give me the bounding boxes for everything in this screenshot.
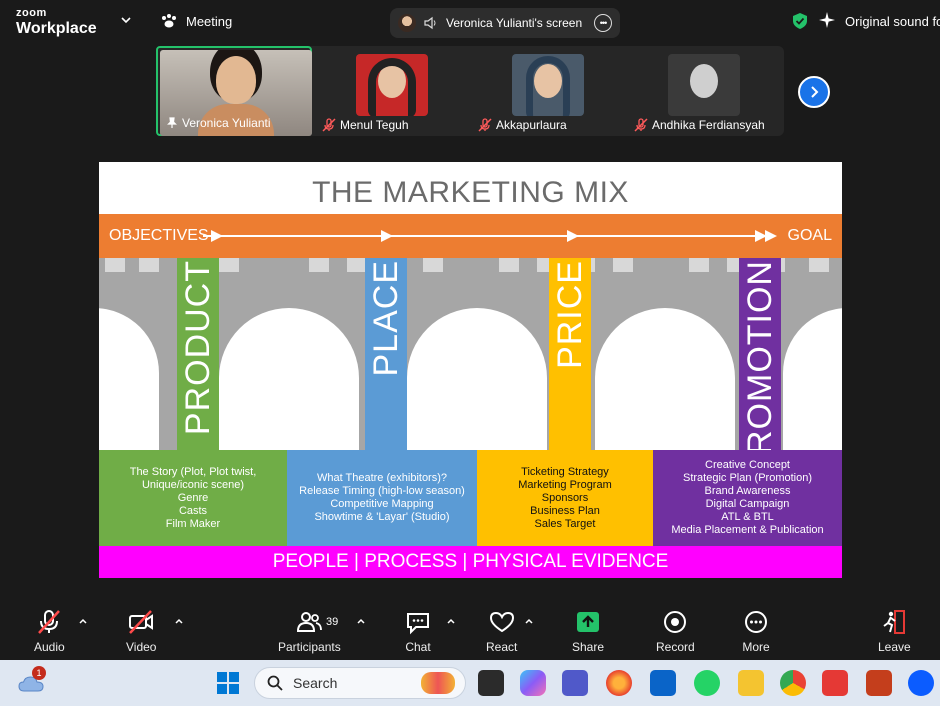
gallery-next-button[interactable] bbox=[798, 76, 830, 108]
chat-button[interactable]: Chat bbox=[404, 608, 432, 654]
pdf-reader-icon[interactable] bbox=[822, 670, 848, 696]
copilot-icon[interactable] bbox=[520, 670, 546, 696]
record-icon bbox=[664, 611, 687, 633]
react-button[interactable]: React bbox=[486, 608, 517, 654]
chrome-icon[interactable] bbox=[780, 670, 806, 696]
original-sound-toggle[interactable]: Original sound for bbox=[845, 14, 940, 29]
pillar-price: PRICE bbox=[549, 258, 591, 450]
product-details: The Story (Plot, Plot twist, Unique/iconi… bbox=[99, 450, 287, 546]
teams-icon[interactable] bbox=[562, 670, 588, 696]
participant-tile[interactable]: Akkapurlaura bbox=[470, 46, 626, 136]
mic-muted-icon bbox=[38, 610, 61, 634]
ai-sparkle-icon[interactable] bbox=[818, 11, 836, 29]
leave-icon bbox=[883, 610, 906, 634]
zoom-window: zoom Workplace Meeting Veronica Yulianti… bbox=[0, 0, 940, 706]
objectives-label: OBJECTIVES bbox=[109, 227, 209, 244]
video-off-icon bbox=[129, 610, 154, 634]
goal-label: GOAL bbox=[787, 227, 832, 244]
video-button[interactable]: Video bbox=[126, 608, 156, 654]
more-icon bbox=[745, 611, 767, 633]
chevron-up-icon[interactable] bbox=[524, 616, 534, 626]
participant-name: Akkapurlaura bbox=[478, 118, 567, 132]
chevron-up-icon[interactable] bbox=[174, 616, 184, 626]
whatsapp-icon[interactable] bbox=[694, 670, 720, 696]
meeting-toolbar: Audio Video Participants 39 Chat React S… bbox=[0, 602, 940, 660]
search-icon bbox=[267, 675, 283, 691]
record-button[interactable]: Record bbox=[656, 608, 695, 654]
participant-name: Veronica Yulianti bbox=[166, 116, 271, 130]
more-options-icon[interactable]: ••• bbox=[594, 14, 612, 32]
screen-share-indicator[interactable]: Veronica Yulianti's screen ••• bbox=[390, 8, 620, 38]
participant-name: Andhika Ferdiansyah bbox=[634, 118, 765, 132]
participant-gallery: Veronica Yulianti Menul Teguh Akkapurlau… bbox=[156, 46, 784, 136]
chevron-down-icon[interactable] bbox=[120, 14, 132, 26]
participant-photo bbox=[668, 54, 740, 116]
participant-tile[interactable]: Andhika Ferdiansyah bbox=[626, 46, 782, 136]
chat-icon bbox=[407, 613, 429, 635]
pillar-promotion: PROMOTION bbox=[739, 258, 781, 479]
chevron-up-icon[interactable] bbox=[78, 616, 88, 626]
brand-bottom: Workplace bbox=[16, 20, 97, 37]
participant-photo bbox=[512, 54, 584, 116]
pillar-product: PRODUCT bbox=[177, 258, 219, 450]
pin-icon bbox=[167, 117, 177, 128]
paw-icon bbox=[162, 14, 176, 28]
price-details: Ticketing Strategy Marketing Program Spons… bbox=[477, 450, 653, 546]
heart-icon bbox=[489, 611, 514, 633]
audio-button[interactable]: Audio bbox=[34, 608, 65, 654]
search-highlight-image bbox=[421, 672, 455, 694]
participants-button[interactable]: Participants bbox=[278, 608, 341, 654]
share-screen-icon bbox=[577, 612, 600, 632]
search-placeholder: Search bbox=[293, 675, 338, 691]
participant-tile[interactable]: Menul Teguh bbox=[314, 46, 470, 136]
arrow-line-icon bbox=[203, 230, 777, 242]
outlook-icon[interactable] bbox=[650, 670, 676, 696]
windows-taskbar: 1 Search bbox=[0, 660, 940, 706]
file-explorer-icon[interactable] bbox=[738, 670, 764, 696]
participant-tile[interactable]: Veronica Yulianti bbox=[156, 46, 312, 136]
share-button[interactable]: Share bbox=[572, 608, 604, 654]
windows-start-icon[interactable] bbox=[216, 671, 240, 695]
powerpoint-icon[interactable] bbox=[866, 670, 892, 696]
weather-badge: 1 bbox=[32, 666, 46, 680]
screen-share-label: Veronica Yulianti's screen bbox=[446, 16, 583, 30]
chevron-up-icon[interactable] bbox=[446, 616, 456, 626]
meeting-menu[interactable]: Meeting bbox=[160, 13, 232, 29]
presenter-avatar bbox=[398, 14, 416, 32]
brand-top: zoom bbox=[16, 7, 47, 19]
speaker-icon bbox=[424, 16, 436, 30]
chevron-up-icon[interactable] bbox=[356, 616, 366, 626]
mix-detail-boxes: The Story (Plot, Plot twist, Unique/iconi… bbox=[99, 450, 842, 546]
shared-slide: THE MARKETING MIX OBJECTIVES GOAL PRODUC… bbox=[99, 162, 842, 578]
mic-muted-icon bbox=[634, 118, 648, 132]
participants-icon bbox=[297, 612, 323, 632]
mic-muted-icon bbox=[322, 118, 336, 132]
zoom-logo: zoom Workplace bbox=[16, 8, 97, 37]
firefox-icon[interactable] bbox=[606, 670, 632, 696]
more-button[interactable]: More bbox=[742, 608, 770, 654]
leave-button[interactable]: Leave bbox=[878, 608, 911, 654]
objectives-band: OBJECTIVES GOAL bbox=[99, 214, 842, 258]
zoom-taskbar-icon[interactable] bbox=[908, 670, 934, 696]
mic-muted-icon bbox=[478, 118, 492, 132]
people-process-evidence-band: PEOPLE | PROCESS | PHYSICAL EVIDENCE bbox=[99, 546, 842, 578]
taskbar-search[interactable]: Search bbox=[254, 667, 466, 699]
chevron-right-icon bbox=[811, 86, 819, 98]
pillar-place: PLACE bbox=[365, 258, 407, 450]
meeting-label: Meeting bbox=[186, 13, 233, 29]
participant-photo bbox=[356, 54, 428, 116]
promotion-details: Creative Concept Strategic Plan (Promotio… bbox=[653, 450, 842, 546]
slide-title: THE MARKETING MIX bbox=[312, 176, 629, 209]
place-details: What Theatre (exhibitors)? Release Timing… bbox=[287, 450, 477, 546]
participant-name: Menul Teguh bbox=[322, 118, 409, 132]
task-view-icon[interactable] bbox=[478, 670, 504, 696]
shield-check-icon[interactable] bbox=[792, 12, 808, 30]
top-bar: zoom Workplace Meeting Veronica Yulianti… bbox=[0, 0, 940, 44]
participants-count: 39 bbox=[326, 616, 339, 628]
